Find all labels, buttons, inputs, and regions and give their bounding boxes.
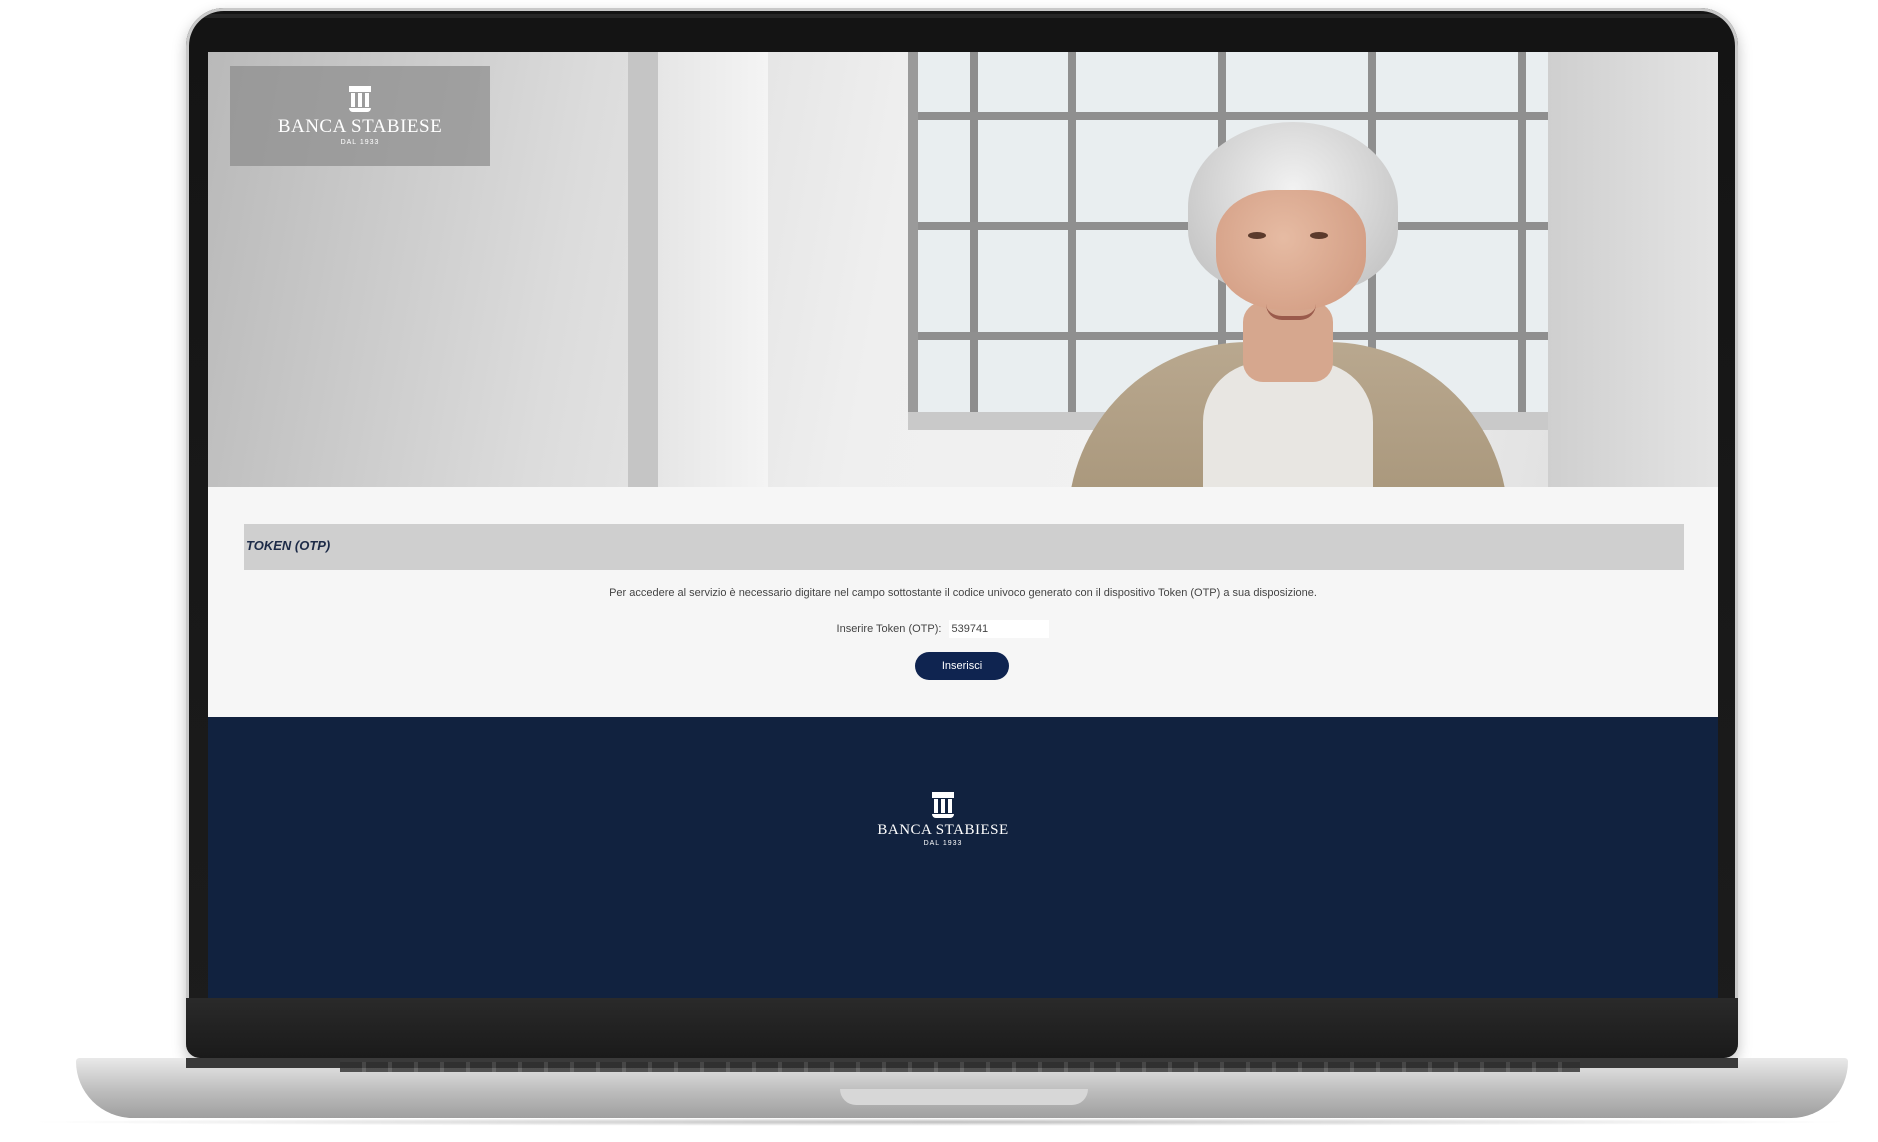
hero-wall <box>658 52 768 487</box>
token-header-bar: TOKEN (OTP) <box>244 524 1684 570</box>
otp-content: TOKEN (OTP) Per accedere al servizio è n… <box>208 487 1718 717</box>
otp-input-row: Inserire Token (OTP): <box>208 620 1718 638</box>
header-logo[interactable]: BANCA STABIESE DAL 1933 <box>230 66 490 166</box>
hero-person <box>1048 92 1528 487</box>
footer-logo-brand-name: BANCA STABIESE <box>877 822 1009 838</box>
otp-input[interactable] <box>949 620 1050 638</box>
logo-since: DAL 1933 <box>340 139 380 146</box>
hero-image: BANCA STABIESE DAL 1933 <box>208 52 1718 487</box>
hero-pillar <box>628 52 658 487</box>
otp-input-label: Inserire Token (OTP): <box>836 623 942 635</box>
otp-info-text: Per accedere al servizio è necessario di… <box>609 587 1317 599</box>
laptop-screen: BANCA STABIESE DAL 1933 TOKEN (OTP) Per … <box>208 52 1718 998</box>
footer-logo[interactable]: BANCA STABIESE DAL 1933 <box>868 792 1018 847</box>
bank-building-icon <box>349 86 371 112</box>
footer-logo-since: DAL 1933 <box>923 840 963 847</box>
laptop-keyboard-edge <box>340 1062 1580 1072</box>
footer: BANCA STABIESE DAL 1933 <box>208 717 1718 998</box>
token-title: TOKEN (OTP) <box>246 538 331 553</box>
laptop-shadow <box>20 1118 1860 1126</box>
submit-button[interactable]: Inserisci <box>915 652 1009 680</box>
bank-building-icon <box>932 792 954 818</box>
lid-highlight <box>196 14 1728 18</box>
laptop-bezel <box>186 998 1738 1058</box>
hero-right-wall <box>1548 52 1718 487</box>
laptop-notch <box>840 1089 1088 1105</box>
logo-brand-name: BANCA STABIESE <box>277 116 443 137</box>
